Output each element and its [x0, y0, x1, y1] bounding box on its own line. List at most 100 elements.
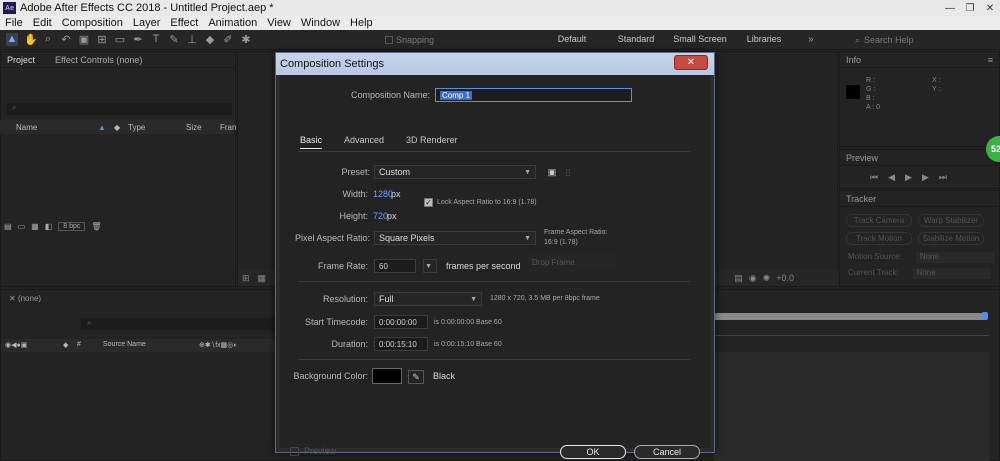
tab-basic[interactable]: Basic	[300, 135, 323, 149]
snapping-toggle[interactable]: Snapping	[385, 35, 434, 45]
camera-tool-icon[interactable]: ▣	[78, 33, 90, 46]
search-help-field[interactable]: ⌕ Search Help	[855, 33, 990, 47]
pen-tool-icon[interactable]: ✒	[132, 33, 144, 46]
menu-effect[interactable]: Effect	[165, 17, 203, 29]
preset-dropdown[interactable]: Custom ▼	[374, 165, 536, 179]
lock-aspect-checkbox[interactable]: ✓	[424, 198, 433, 207]
first-frame-icon[interactable]: ⏮	[870, 172, 878, 183]
column-size[interactable]: Size	[186, 123, 202, 132]
play-icon[interactable]: ▶	[905, 172, 912, 183]
timeline-tab[interactable]: ✕ (none)	[9, 294, 41, 303]
pixel-aspect-dropdown[interactable]: Square Pixels ▼	[374, 231, 536, 245]
save-preset-icon[interactable]: ▣	[546, 166, 558, 178]
prev-frame-icon[interactable]: ◀	[888, 172, 895, 183]
cancel-button[interactable]: Cancel	[634, 445, 700, 459]
workspace-overflow-icon[interactable]: »	[808, 34, 814, 45]
preview-checkbox[interactable]	[290, 446, 299, 456]
interpret-footage-icon[interactable]: ▤	[4, 222, 12, 231]
track-motion-button[interactable]: Track Motion	[846, 232, 912, 245]
comp-name-input[interactable]: Comp 1	[435, 88, 632, 102]
tab-advanced[interactable]: Advanced	[344, 135, 384, 149]
column-frame[interactable]: Fran	[220, 123, 236, 132]
eyedropper-icon[interactable]: ✎	[408, 370, 424, 384]
menu-composition[interactable]: Composition	[57, 17, 128, 29]
maximize-icon[interactable]: ❐	[960, 0, 980, 16]
frame-rate-input[interactable]: 60	[374, 259, 416, 273]
column-type[interactable]: Type	[128, 123, 145, 132]
menu-window[interactable]: Window	[296, 17, 345, 29]
dialog-close-button[interactable]: ✕	[674, 55, 708, 70]
warp-stabilizer-button[interactable]: Warp Stabilizer	[918, 214, 984, 227]
height-value[interactable]: 720	[373, 211, 388, 221]
exposure-value[interactable]: +0.0	[776, 273, 794, 284]
type-tool-icon[interactable]: T	[150, 33, 162, 46]
close-window-icon[interactable]: ✕	[980, 0, 1000, 16]
workspace-small-screen[interactable]: Small Screen	[668, 34, 732, 44]
zoom-tool-icon[interactable]: ⌕	[42, 33, 54, 46]
shape-tool-icon[interactable]: ▭	[114, 33, 126, 46]
preview-toggle[interactable]: Preview	[290, 446, 336, 456]
brush-tool-icon[interactable]: ✎	[168, 33, 180, 46]
puppet-tool-icon[interactable]: ✱	[240, 33, 252, 46]
layer-switches-icon[interactable]: ⊕✱∖fx▦◎◐	[199, 341, 238, 349]
eraser-tool-icon[interactable]: ◆	[204, 33, 216, 46]
minimize-icon[interactable]: —	[940, 0, 960, 16]
track-camera-button[interactable]: Track Camera	[846, 214, 912, 227]
tab-effect-controls[interactable]: Effect Controls (none)	[55, 55, 142, 65]
tab-3d-renderer[interactable]: 3D Renderer	[406, 135, 458, 149]
ok-button[interactable]: OK	[560, 445, 626, 459]
frame-rate-dropdown[interactable]: ▼	[423, 259, 437, 273]
new-composition-icon[interactable]: ▦	[31, 222, 39, 231]
region-icon[interactable]: ▦	[258, 273, 267, 284]
column-name[interactable]: Name	[16, 123, 37, 132]
clone-stamp-tool-icon[interactable]: ⊥	[186, 33, 198, 46]
timeline-tracks[interactable]	[714, 352, 989, 461]
sort-ascending-icon[interactable]: ▲	[98, 123, 106, 132]
menu-animation[interactable]: Animation	[203, 17, 262, 29]
selection-tool-icon[interactable]: ▲	[6, 33, 18, 46]
tab-project[interactable]: Project	[7, 55, 35, 65]
stabilize-motion-button[interactable]: Stabilize Motion	[918, 232, 984, 245]
menu-help[interactable]: Help	[345, 17, 378, 29]
workspace-default[interactable]: Default	[540, 34, 604, 44]
workspace-libraries[interactable]: Libraries	[732, 34, 796, 44]
menu-layer[interactable]: Layer	[128, 17, 166, 29]
timeline-search-input[interactable]: ⌕	[81, 318, 276, 330]
last-frame-icon[interactable]: ⏭	[939, 172, 947, 183]
menu-edit[interactable]: Edit	[28, 17, 57, 29]
new-folder-icon[interactable]: ▭	[18, 222, 26, 231]
drop-frame-dropdown[interactable]: Drop Frame	[528, 255, 616, 269]
current-track-select[interactable]: None	[912, 268, 991, 279]
panel-menu-icon[interactable]: ≡	[988, 55, 993, 65]
background-color-swatch[interactable]	[372, 368, 402, 384]
always-preview-icon[interactable]: ⊞	[242, 273, 250, 284]
resolution-dropdown[interactable]: Full ▼	[374, 292, 482, 306]
bit-depth-button[interactable]: 8 bpc	[58, 222, 86, 231]
camera-icon[interactable]: ◉	[749, 273, 757, 284]
workspace-standard[interactable]: Standard	[604, 34, 668, 44]
fast-previews-icon[interactable]: ▤	[734, 273, 743, 284]
dialog-title: Composition Settings	[280, 58, 384, 70]
motion-source-select[interactable]: None	[915, 252, 994, 263]
project-search-input[interactable]: ⌕	[6, 103, 232, 115]
hand-tool-icon[interactable]: ✋	[24, 33, 38, 46]
snapping-checkbox[interactable]	[385, 36, 393, 44]
rotate-tool-icon[interactable]: ↶	[60, 33, 72, 46]
close-tab-icon[interactable]: ✕	[9, 294, 16, 303]
delete-preset-icon[interactable]: ▯	[562, 166, 574, 178]
time-ruler[interactable]	[714, 326, 989, 336]
av-switches-icon[interactable]: ◉◀●▣	[5, 341, 27, 349]
motion-source-row: Motion Source: None	[848, 252, 994, 263]
timeline-work-area-bar[interactable]	[714, 313, 986, 320]
start-timecode-input[interactable]: 0:00:00:00	[374, 315, 428, 329]
work-area-end-handle[interactable]	[982, 312, 988, 320]
duration-input[interactable]: 0:00:15:10	[374, 337, 428, 351]
menu-view[interactable]: View	[262, 17, 296, 29]
roto-brush-tool-icon[interactable]: ✐	[222, 33, 234, 46]
source-name-column[interactable]: Source Name	[103, 341, 146, 348]
trash-icon[interactable]: 🗑	[91, 222, 101, 231]
next-frame-icon[interactable]: ▶	[922, 172, 929, 183]
exposure-icon[interactable]: ✺	[763, 273, 771, 284]
pan-behind-tool-icon[interactable]: ⊞	[96, 33, 108, 46]
menu-file[interactable]: File	[0, 17, 28, 29]
